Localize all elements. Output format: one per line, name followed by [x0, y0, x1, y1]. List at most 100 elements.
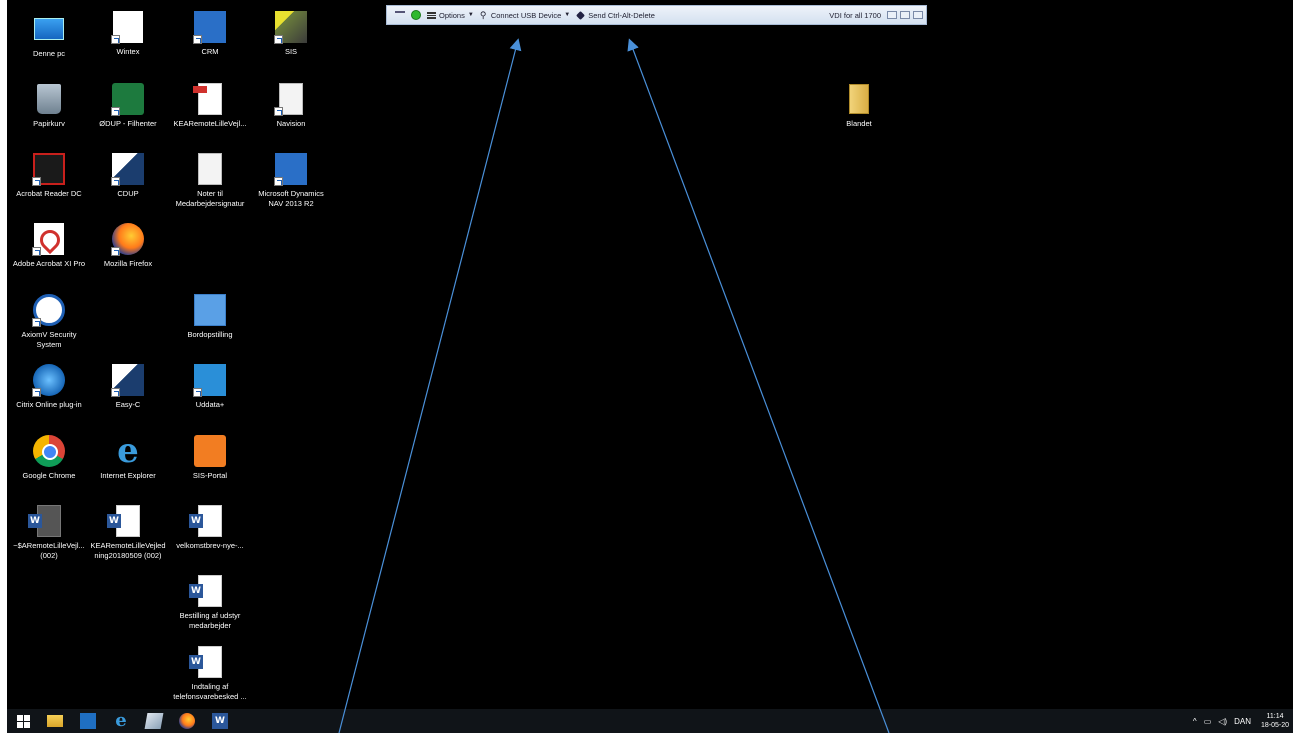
chevron-down-icon: ▼	[564, 12, 571, 18]
desktop-icon-label: Acrobat Reader DC	[16, 189, 82, 198]
desktop-icon-kearemote-pdf[interactable]: KEARemoteLilleVejl...	[168, 82, 252, 129]
desktop-icon-label: Blandet	[846, 119, 872, 128]
acrobat-pro-icon	[32, 222, 66, 256]
clock-time: 11:14	[1266, 713, 1284, 720]
pin-icon[interactable]	[395, 11, 405, 19]
desktop-icon-label: KEARemoteLilleVejl...	[173, 119, 247, 128]
desktop-icon-label: Citrix Online plug-in	[16, 400, 82, 409]
internet-explorer-icon[interactable]: e	[113, 712, 129, 730]
desktop-icon-filhenter[interactable]: ØDUP - Filhenter	[86, 82, 170, 129]
send-ctrl-alt-delete-label: Send Ctrl-Alt-Delete	[588, 10, 655, 20]
desktop-icon-internet-explorer[interactable]: e Internet Explorer	[86, 434, 170, 481]
desktop-icon-firefox[interactable]: Mozilla Firefox	[86, 222, 170, 269]
folder-icon	[842, 82, 876, 116]
cdup-icon	[111, 152, 145, 186]
firefox-icon[interactable]	[179, 713, 195, 729]
desktop-icon-label: CRM	[201, 47, 219, 56]
taskbar: e W ^ ▭ ◁) DAN 11:14 18-05-20	[7, 709, 1293, 733]
desktop-icon-chrome[interactable]: Google Chrome	[7, 434, 91, 481]
desktop-icon-citrix[interactable]: Citrix Online plug-in	[7, 363, 91, 410]
xampp-icon	[193, 434, 227, 468]
desktop-icon-easy-c[interactable]: Easy-C	[86, 363, 170, 410]
remote-session-toolbar: Options ▼ ⚲ Connect USB Device ▼ Send Ct…	[386, 5, 927, 25]
desktop-icon-kearemote-word[interactable]: KEARemoteLilleVejled ning20180509 (002)	[86, 504, 170, 561]
desktop-icon-label: Noter til Medarbejdersignatur	[175, 189, 245, 208]
desktop-icon-word-temp[interactable]: ~$ARemoteLilleVejl... (002)	[7, 504, 91, 561]
desktop-icon-denne-pc[interactable]: Denne pc	[7, 12, 91, 59]
desktop-icon-sis[interactable]: SIS	[249, 10, 333, 57]
desktop-icon-papirkurv[interactable]: Papirkurv	[7, 82, 91, 129]
connect-usb-label: Connect USB Device	[490, 10, 562, 20]
connection-status-icon	[411, 10, 421, 20]
desktop-icon-blandet[interactable]: Blandet	[817, 82, 901, 129]
language-indicator[interactable]: DAN	[1234, 717, 1251, 726]
citrix-icon	[32, 363, 66, 397]
desktop-icon-label: AxiomV Security System	[21, 330, 77, 349]
desktop-icon-label: Wintex	[116, 47, 140, 56]
desktop-icon-label: ~$ARemoteLilleVejl... (002)	[13, 541, 85, 560]
desktop-icon-axiomv[interactable]: AxiomV Security System	[7, 293, 91, 350]
desktop-icon-wintex[interactable]: Wintex	[86, 10, 170, 57]
desktop-icon-label: SIS	[284, 47, 298, 56]
pencil-app-icon[interactable]	[144, 713, 164, 729]
desktop-icon-indtaling[interactable]: Indtaling af telefonsvarebesked ...	[168, 645, 252, 702]
session-title: VDI for all 1700	[829, 10, 881, 20]
desktop-icon-label: Easy-C	[115, 400, 141, 409]
desktop-icon-label: Denne pc	[32, 49, 66, 58]
desktop-icon-label: SIS-Portal	[192, 471, 228, 480]
desktop-icon-cdup[interactable]: CDUP	[86, 152, 170, 199]
desktop-icon-label: KEARemoteLilleVejled ning20180509 (002)	[90, 541, 166, 560]
desktop-icon-acrobat-reader[interactable]: Acrobat Reader DC	[7, 152, 91, 199]
connect-usb-menu[interactable]: ⚲ Connect USB Device ▼	[480, 10, 570, 20]
desktop-icon-noter[interactable]: Noter til Medarbejdersignatur	[168, 152, 252, 209]
desktop-icon-velkomstbrev[interactable]: velkomstbrev-nye-...	[168, 504, 252, 551]
desktop-icon-label: ØDUP - Filhenter	[99, 119, 157, 128]
uddata-icon	[193, 363, 227, 397]
start-icon[interactable]	[17, 714, 30, 728]
acrobat-reader-icon	[32, 152, 66, 186]
desktop-icon-bestilling[interactable]: Bestilling af udstyr medarbejder	[168, 574, 252, 631]
pdf-document-icon	[193, 82, 227, 116]
minimize-icon[interactable]	[887, 11, 897, 19]
desktop-icon-navision[interactable]: Navision	[249, 82, 333, 129]
globe-icon	[32, 293, 66, 327]
filhenter-icon	[111, 82, 145, 116]
chevron-up-icon[interactable]: ^	[1193, 717, 1197, 726]
internet-explorer-icon: e	[117, 431, 139, 471]
sis-icon	[274, 10, 308, 44]
desktop-icon-crm[interactable]: CRM	[168, 10, 252, 57]
desktop-icon-label: Papirkurv	[33, 119, 65, 128]
desktop-icon-label: Adobe Acrobat XI Pro	[12, 259, 86, 268]
restore-icon[interactable]	[900, 11, 910, 19]
desktop-icon-label: Bestilling af udstyr medarbejder	[179, 611, 241, 630]
file-explorer-icon[interactable]	[47, 715, 63, 727]
word-temp-icon	[32, 504, 66, 538]
computer-icon	[32, 12, 66, 46]
desktop-icon-label: Microsoft Dynamics NAV 2013 R2	[258, 189, 324, 208]
dynamics-nav-icon	[274, 152, 308, 186]
close-icon[interactable]	[913, 11, 923, 19]
clock[interactable]: 11:14 18-05-20	[1261, 712, 1289, 730]
image-icon	[193, 293, 227, 327]
word-document-icon	[193, 504, 227, 538]
outlook-icon[interactable]	[80, 713, 96, 729]
desktop-icon-label: Navision	[276, 119, 306, 128]
blank-document-icon	[274, 82, 308, 116]
desktop-icon-bordopstilling[interactable]: Bordopstilling	[168, 293, 252, 340]
desktop: Denne pc Papirkurv Acrobat Reader DC Ado…	[7, 0, 1293, 709]
menu-icon	[427, 11, 436, 19]
desktop-icon-label: Google Chrome	[22, 471, 76, 480]
network-icon[interactable]: ▭	[1204, 717, 1212, 726]
desktop-icon-dynamics-nav[interactable]: Microsoft Dynamics NAV 2013 R2	[249, 152, 333, 209]
send-ctrl-alt-delete-button[interactable]: Send Ctrl-Alt-Delete	[576, 11, 655, 20]
easy-c-icon	[111, 363, 145, 397]
word-document-icon	[193, 645, 227, 679]
desktop-icon-sis-portal[interactable]: SIS-Portal	[168, 434, 252, 481]
volume-icon[interactable]: ◁)	[1218, 717, 1227, 726]
desktop-icon-uddata[interactable]: Uddata+	[168, 363, 252, 410]
word-icon[interactable]: W	[212, 713, 228, 729]
desktop-icon-label: Indtaling af telefonsvarebesked ...	[173, 682, 247, 701]
options-menu[interactable]: Options ▼	[427, 11, 474, 20]
wintex-icon	[111, 10, 145, 44]
desktop-icon-acrobat-pro[interactable]: Adobe Acrobat XI Pro	[7, 222, 91, 269]
